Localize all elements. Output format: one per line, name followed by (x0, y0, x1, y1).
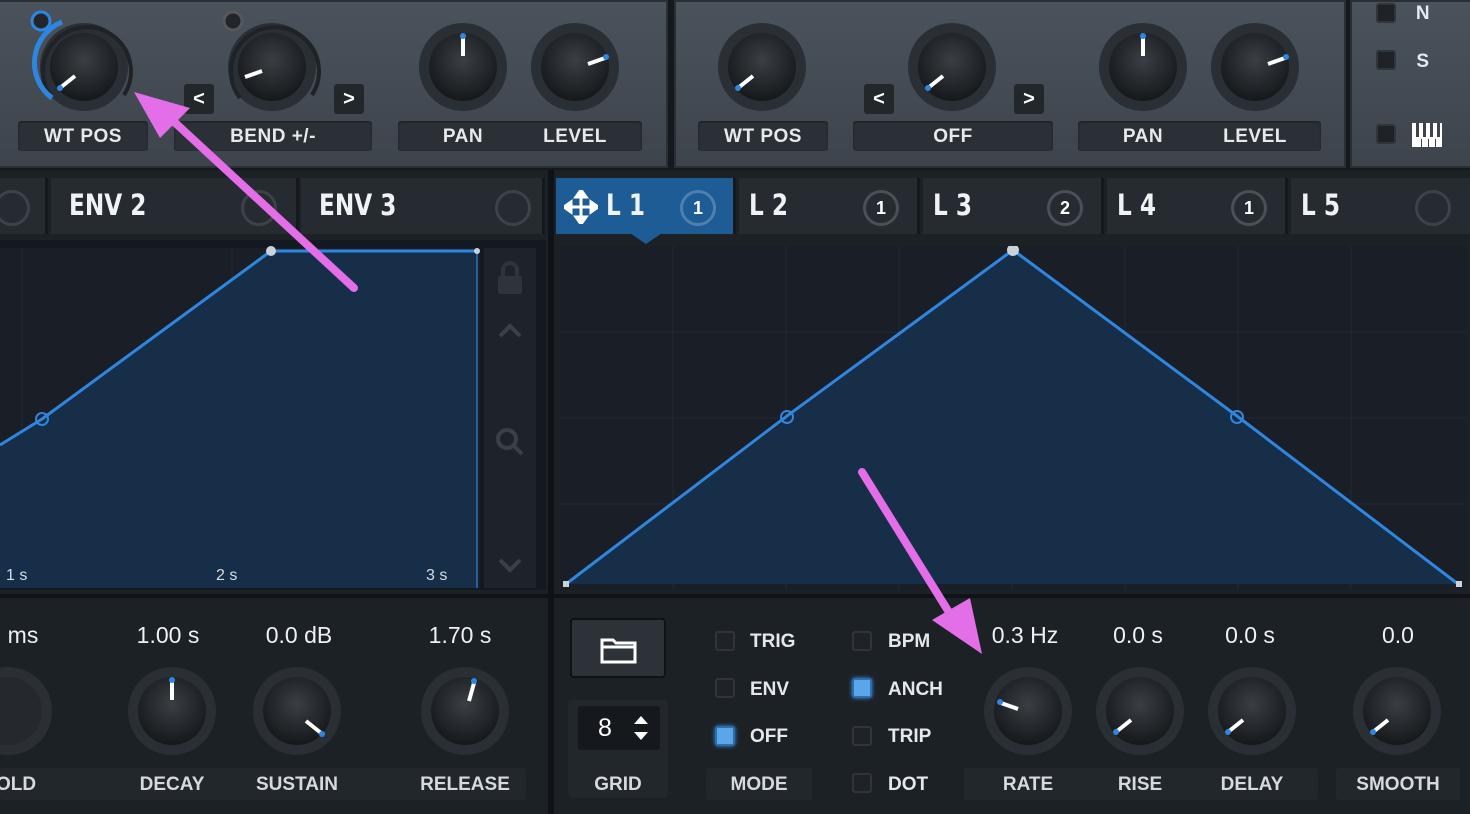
annotation-arrow-rate (858, 468, 982, 654)
annotation-arrow-wt-pos (134, 92, 358, 292)
annotation-layer (134, 92, 982, 654)
